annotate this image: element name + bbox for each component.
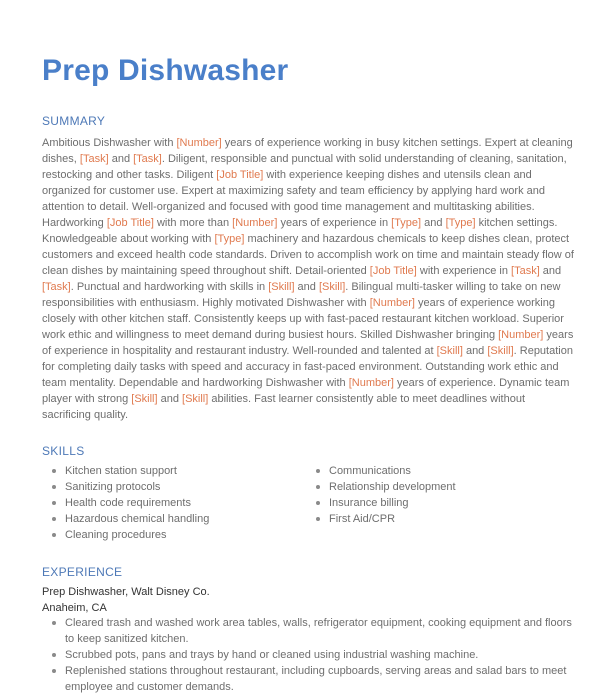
placeholder-token: [Skill] — [182, 393, 209, 405]
skill-item: First Aid/CPR — [306, 511, 566, 527]
summary-paragraph: Ambitious Dishwasher with [Number] years… — [42, 135, 574, 423]
skills-list-right: Communications Relationship development … — [306, 463, 566, 527]
job-bullet: Scrubbed pots, pans and trays by hand or… — [42, 647, 574, 663]
placeholder-token: [Job Title] — [216, 169, 264, 181]
summary-text-run: and — [421, 217, 446, 229]
job-bullet: Cleared trash and washed work area table… — [42, 615, 574, 647]
job-bullets: Cleared trash and washed work area table… — [42, 615, 574, 695]
summary-text-run: and — [157, 393, 183, 405]
placeholder-token: [Skill] — [268, 281, 295, 293]
placeholder-token: [Number] — [369, 297, 415, 309]
skill-item: Hazardous chemical handling — [42, 511, 302, 527]
placeholder-token: [Number] — [498, 329, 544, 341]
summary-text-run: years of experience in — [277, 217, 392, 229]
placeholder-token: [Task] — [511, 265, 540, 277]
skill-item: Health code requirements — [42, 495, 302, 511]
placeholder-token: [Skill] — [436, 345, 463, 357]
job-location: Anaheim, CA — [42, 602, 107, 614]
skills-heading: SKILLS — [42, 444, 85, 458]
summary-text-run: and — [539, 265, 562, 277]
placeholder-token: [Number] — [348, 377, 394, 389]
placeholder-token: [Number] — [232, 217, 278, 229]
summary-text-run: and — [108, 153, 134, 165]
placeholder-token: [Job Title] — [106, 217, 154, 229]
job-title-company: Prep Dishwasher, Walt Disney Co. — [42, 586, 210, 598]
placeholder-token: [Type] — [391, 217, 422, 229]
summary-text-run: Ambitious Dishwasher with — [42, 137, 177, 149]
skill-item: Communications — [306, 463, 566, 479]
placeholder-token: [Task] — [133, 153, 162, 165]
placeholder-token: [Task] — [79, 153, 109, 165]
skill-item: Sanitizing protocols — [42, 479, 302, 495]
summary-text-run: and — [294, 281, 319, 293]
skills-list-left: Kitchen station support Sanitizing proto… — [42, 463, 302, 543]
resume-title: Prep Dishwasher — [42, 54, 289, 87]
skill-item: Cleaning procedures — [42, 527, 302, 543]
skill-item: Relationship development — [306, 479, 566, 495]
job-bullet: Replenished stations throughout restaura… — [42, 663, 574, 695]
placeholder-token: [Task] — [42, 281, 71, 293]
placeholder-token: [Skill] — [487, 345, 514, 357]
summary-text-run: . Punctual and hardworking with skills i… — [70, 281, 269, 293]
skill-item: Insurance billing — [306, 495, 566, 511]
placeholder-token: [Type] — [445, 217, 476, 229]
summary-text-run: with more than — [153, 217, 233, 229]
placeholder-token: [Type] — [214, 233, 245, 245]
experience-heading: EXPERIENCE — [42, 565, 123, 579]
summary-text-run: and — [462, 345, 488, 357]
summary-heading: SUMMARY — [42, 114, 106, 128]
placeholder-token: [Skill] — [131, 393, 158, 405]
placeholder-token: [Job Title] — [369, 265, 417, 277]
placeholder-token: [Number] — [176, 137, 222, 149]
summary-text-run: with experience in — [416, 265, 512, 277]
placeholder-token: [Skill] — [318, 281, 346, 293]
skill-item: Kitchen station support — [42, 463, 302, 479]
